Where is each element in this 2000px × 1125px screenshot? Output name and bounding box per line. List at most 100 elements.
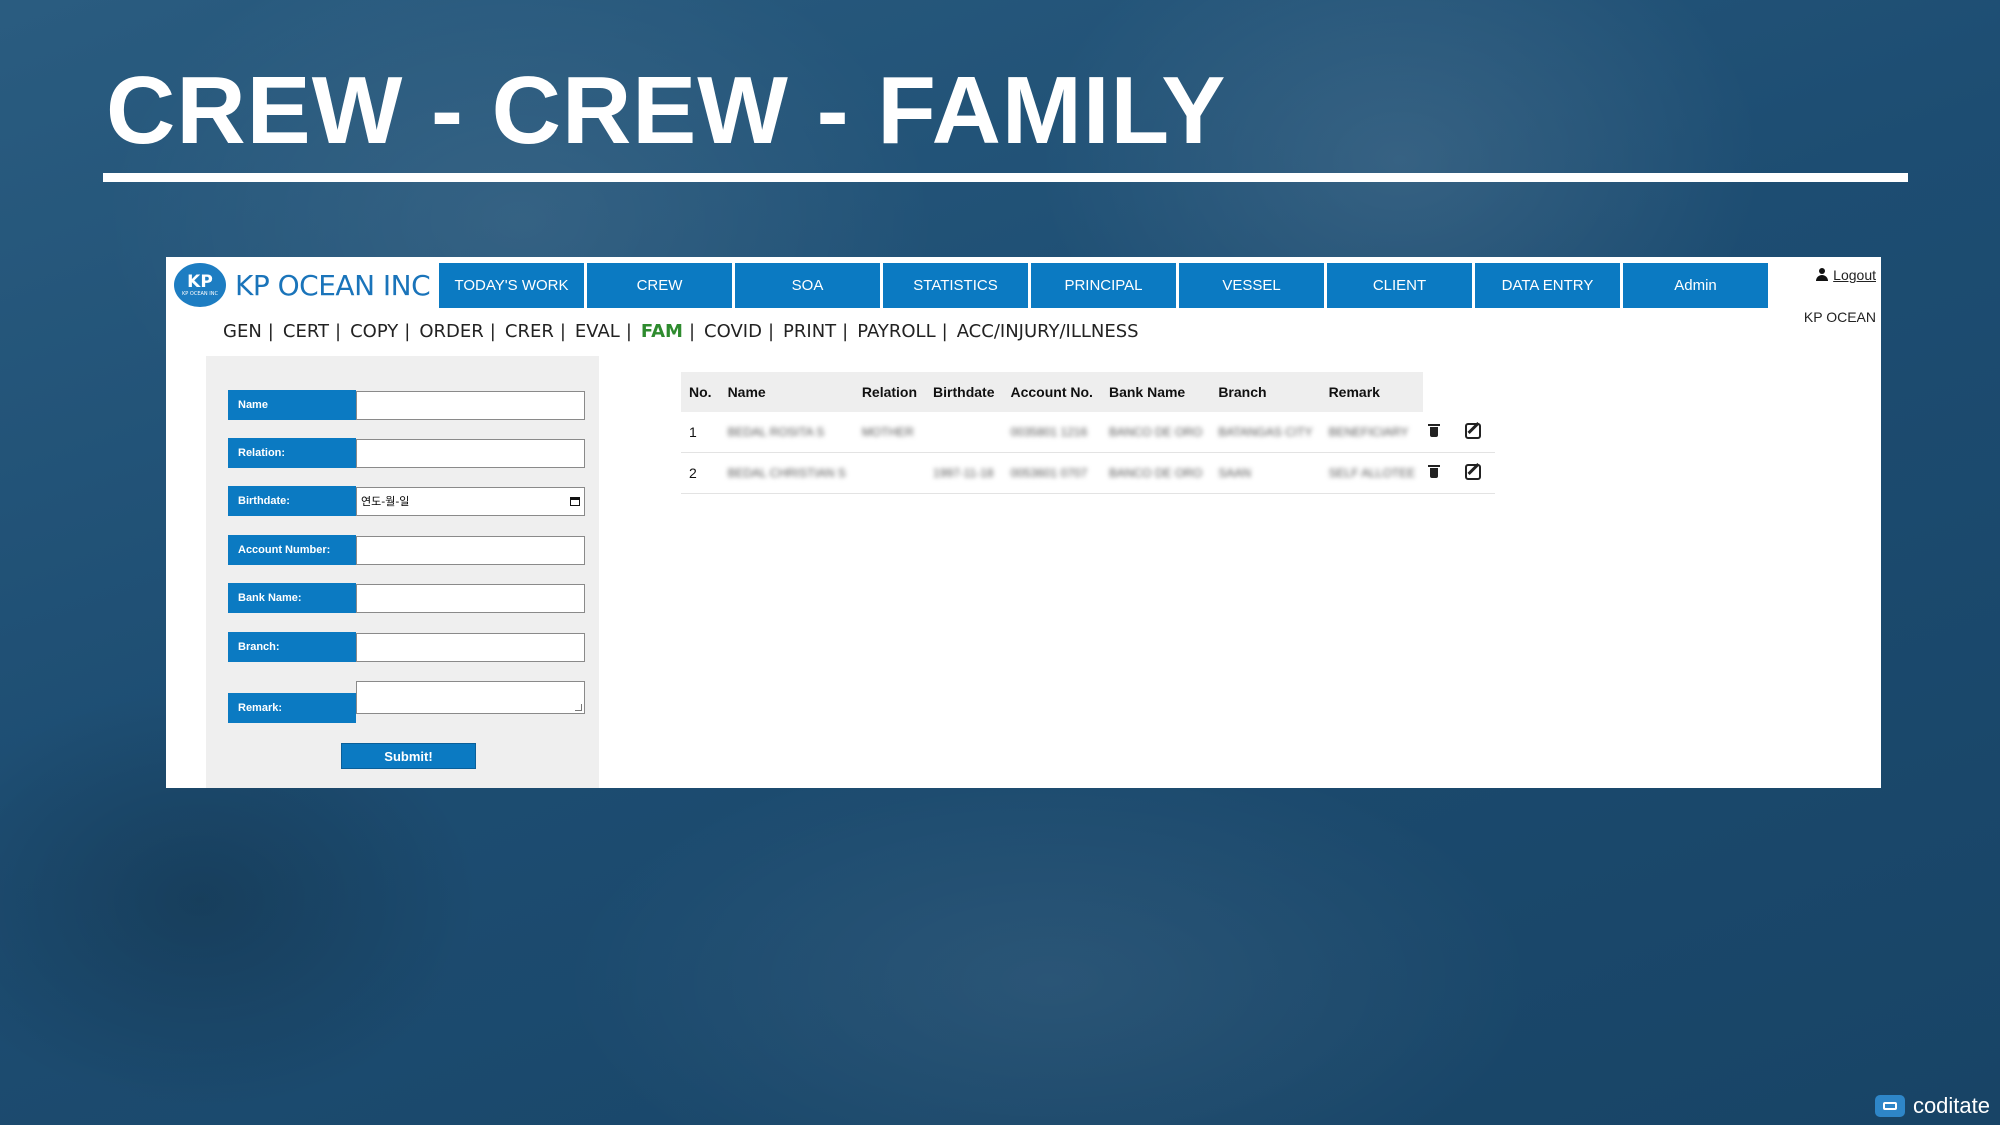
nav-soa[interactable]: SOA bbox=[735, 263, 880, 308]
nav-vessel[interactable]: VESSEL bbox=[1179, 263, 1324, 308]
subnav-crer[interactable]: CRER bbox=[505, 321, 554, 342]
subnav-separator: | bbox=[267, 321, 274, 342]
subnav-cert[interactable]: CERT bbox=[283, 321, 329, 342]
relation-field[interactable] bbox=[356, 438, 585, 468]
subnav-acc-injury-illness[interactable]: ACC/INJURY/ILLNESS bbox=[957, 321, 1139, 342]
nav-data-entry[interactable]: DATA ENTRY bbox=[1475, 263, 1620, 308]
calendar-icon[interactable] bbox=[570, 496, 580, 506]
account-number-label: Account Number: bbox=[228, 535, 356, 565]
column-header-no: No. bbox=[681, 372, 720, 412]
subnav-payroll[interactable]: PAYROLL bbox=[857, 321, 935, 342]
subnav-print[interactable]: PRINT bbox=[783, 321, 836, 342]
column-header-birthdate: Birthdate bbox=[925, 372, 1003, 412]
table-row: 2 BEDAL CHRISTIAN S 1997-11-18 0053601 0… bbox=[681, 452, 1496, 494]
cell-no: 2 bbox=[681, 452, 720, 494]
table-row: 1 BEDAL ROSITA S MOTHER 0035801 1216 BAN… bbox=[681, 412, 1496, 453]
edit-cell bbox=[1459, 412, 1496, 453]
cell-name: BEDAL CHRISTIAN S bbox=[719, 452, 854, 494]
name-field[interactable] bbox=[356, 390, 585, 420]
column-header-bank-name: Bank Name bbox=[1100, 372, 1211, 412]
kp-logo-icon: KP KP OCEAN INC bbox=[174, 263, 226, 307]
cell-no: 1 bbox=[681, 412, 720, 453]
trash-icon[interactable] bbox=[1428, 424, 1441, 437]
column-header-relation: Relation bbox=[853, 372, 926, 412]
cell-remark: SELF ALLOTEE bbox=[1320, 452, 1424, 494]
remark-textarea[interactable] bbox=[356, 681, 585, 714]
branch-field[interactable] bbox=[356, 632, 585, 662]
coditate-watermark: coditate bbox=[1874, 1093, 1990, 1119]
name-row: Name bbox=[228, 390, 585, 420]
branch-row: Branch: bbox=[228, 632, 585, 662]
resize-handle-icon[interactable] bbox=[575, 704, 582, 711]
bank-row: Bank Name: bbox=[228, 583, 585, 613]
slide-title: CREW - CREW - FAMILY bbox=[106, 57, 1227, 164]
account-row: Account Number: bbox=[228, 535, 585, 565]
cell-birthdate bbox=[925, 412, 1003, 453]
subnav-separator: | bbox=[688, 321, 696, 342]
cell-birthdate: 1997-11-18 bbox=[925, 452, 1003, 494]
nav-admin[interactable]: Admin bbox=[1623, 263, 1768, 308]
column-header-name: Name bbox=[719, 372, 854, 412]
relation-label: Relation: bbox=[228, 438, 356, 468]
column-header-branch: Branch bbox=[1210, 372, 1321, 412]
logout-link[interactable]: Logout bbox=[1833, 267, 1876, 283]
subnav-separator: | bbox=[625, 321, 632, 342]
app-window: KP KP OCEAN INC KP OCEAN INC TODAY'S WOR… bbox=[166, 257, 1881, 788]
column-header-account-no: Account No. bbox=[1002, 372, 1101, 412]
nav-statistics[interactable]: STATISTICS bbox=[883, 263, 1028, 308]
company-logo[interactable]: KP KP OCEAN INC KP OCEAN INC bbox=[174, 263, 431, 307]
subnav-copy[interactable]: COPY bbox=[350, 321, 398, 342]
title-underline bbox=[103, 173, 1908, 182]
nav-client[interactable]: CLIENT bbox=[1327, 263, 1472, 308]
cell-name: BEDAL ROSITA S bbox=[719, 412, 854, 453]
subnav-order[interactable]: ORDER bbox=[419, 321, 483, 342]
subnav-covid[interactable]: COVID bbox=[704, 321, 762, 342]
cell-account-no: 0035801 1216 bbox=[1002, 412, 1101, 453]
remark-label: Remark: bbox=[228, 693, 356, 723]
birthdate-placeholder: 연도-월-일 bbox=[361, 495, 410, 508]
bank-name-label: Bank Name: bbox=[228, 583, 356, 613]
cell-relation bbox=[853, 452, 926, 494]
bank-name-field[interactable] bbox=[356, 583, 585, 613]
branch-label: Branch: bbox=[228, 632, 356, 662]
subnav-eval[interactable]: EVAL bbox=[575, 321, 620, 342]
birthdate-label: Birthdate: bbox=[228, 486, 356, 516]
cell-branch: SAAN bbox=[1210, 452, 1321, 494]
table-header-row: No. Name Relation Birthdate Account No. … bbox=[681, 372, 1496, 412]
cell-relation: MOTHER bbox=[853, 412, 926, 453]
cell-account-no: 0053601 0707 bbox=[1002, 452, 1101, 494]
column-header-action-blank bbox=[1423, 372, 1460, 412]
nav-crew[interactable]: CREW bbox=[587, 263, 732, 308]
nav-principal[interactable]: PRINCIPAL bbox=[1031, 263, 1176, 308]
submit-button[interactable]: Submit! bbox=[341, 743, 476, 769]
delete-cell bbox=[1423, 452, 1460, 494]
family-table: No. Name Relation Birthdate Account No. … bbox=[681, 372, 1496, 494]
cell-bank-name: BANCO DE ORO bbox=[1100, 452, 1211, 494]
cell-bank-name: BANCO DE ORO bbox=[1100, 412, 1211, 453]
nav-todays-work[interactable]: TODAY'S WORK bbox=[439, 263, 584, 308]
subnav-separator: | bbox=[404, 321, 411, 342]
company-name: KP OCEAN INC bbox=[235, 268, 431, 302]
name-label: Name bbox=[228, 390, 356, 420]
subnav-separator: | bbox=[489, 321, 496, 342]
cell-remark: BENEFICIARY bbox=[1320, 412, 1424, 453]
person-icon bbox=[1815, 268, 1829, 282]
subnav-separator: | bbox=[842, 321, 849, 342]
trash-icon[interactable] bbox=[1428, 465, 1441, 478]
edit-icon[interactable] bbox=[1465, 463, 1482, 480]
edit-icon[interactable] bbox=[1465, 422, 1482, 439]
family-form: Name Relation: Birthdate: 연도-월-일 Account… bbox=[206, 356, 599, 788]
birthdate-row: Birthdate: 연도-월-일 bbox=[228, 486, 585, 516]
subnav-separator: | bbox=[559, 321, 566, 342]
account-number-field[interactable] bbox=[356, 535, 585, 565]
subnav-fam[interactable]: FAM bbox=[641, 321, 683, 342]
coditate-logo-icon bbox=[1874, 1095, 1905, 1117]
coditate-text: coditate bbox=[1912, 1093, 1990, 1118]
user-company: KP OCEAN bbox=[1803, 309, 1876, 325]
relation-row: Relation: bbox=[228, 438, 585, 468]
delete-cell bbox=[1423, 412, 1460, 453]
subnav-separator: | bbox=[335, 321, 342, 342]
subnav-gen[interactable]: GEN bbox=[223, 321, 262, 342]
subnav-separator: | bbox=[941, 321, 948, 342]
birthdate-field[interactable]: 연도-월-일 bbox=[356, 486, 585, 516]
